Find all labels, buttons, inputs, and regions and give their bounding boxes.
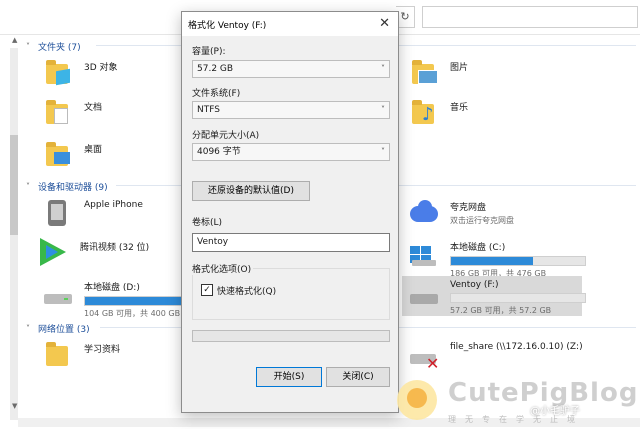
quark-label: 夸克网盘: [450, 203, 487, 213]
allocation-value: 4096 字节: [197, 147, 241, 157]
folder-music-label: 音乐: [450, 103, 469, 113]
section-network[interactable]: ˅ 网络位置 (3): [26, 322, 90, 335]
format-progress-bar: [192, 330, 390, 342]
folder-desktop-label: 桌面: [84, 145, 103, 155]
section-devices-label: 设备和驱动器 (9): [38, 183, 108, 193]
network-drive-z[interactable]: ✕ file_share (\\172.16.0.10) (Z:): [410, 340, 583, 373]
windows-drive-icon: [410, 238, 440, 268]
folder-pictures[interactable]: 图片: [410, 58, 468, 88]
folder-pictures-label: 图片: [450, 63, 469, 73]
volume-label-value: Ventoy: [197, 237, 229, 247]
section-network-label: 网络位置 (3): [38, 325, 90, 335]
allocation-select[interactable]: 4096 字节 ˅: [192, 143, 390, 161]
dialog-titlebar: 格式化 Ventoy (F:) ✕: [182, 12, 398, 36]
watermark-handle: @小毛驴子: [530, 406, 580, 417]
ventoy-label: Ventoy (F:): [450, 280, 499, 290]
folder-music[interactable]: ♪ 音乐: [410, 98, 468, 128]
cloud-icon: [410, 198, 440, 228]
restore-defaults-button[interactable]: 还原设备的默认值(D): [192, 181, 310, 201]
allocation-label: 分配单元大小(A): [192, 131, 260, 141]
close-button[interactable]: 关闭(C): [326, 367, 390, 387]
quick-format-label: 快速格式化(Q): [217, 287, 277, 297]
dialog-title: 格式化 Ventoy (F:): [188, 21, 267, 31]
network-share-label: file_share (\\172.16.0.10) (Z:): [450, 342, 583, 352]
drive-c-usage-bar: [450, 256, 586, 266]
filesystem-select[interactable]: NTFS ˅: [192, 101, 390, 119]
tencent-label: 腾讯视频 (32 位): [80, 243, 150, 253]
capacity-select[interactable]: 57.2 GB ˅: [192, 60, 390, 78]
format-options-label: 格式化选项(O): [192, 262, 254, 275]
filesystem-label: 文件系统(F): [192, 89, 241, 99]
filesystem-value: NTFS: [197, 105, 220, 115]
quark-sublabel: 双击运行夸克网盘: [450, 216, 514, 225]
close-icon[interactable]: ✕: [379, 16, 390, 31]
scrollbar-thumb[interactable]: [10, 135, 18, 235]
3d-objects-icon: [44, 58, 74, 88]
section-devices[interactable]: ˅ 设备和驱动器 (9): [26, 180, 108, 193]
chevron-down-icon: ˅: [381, 147, 385, 156]
format-dialog: 格式化 Ventoy (F:) ✕ 容量(P): 57.2 GB ˅ 文件系统(…: [181, 11, 399, 413]
study-label: 学习资料: [84, 345, 121, 355]
device-quark-drive[interactable]: 夸克网盘 双击运行夸克网盘: [410, 198, 514, 228]
chevron-down-icon: ˅: [26, 324, 30, 333]
iphone-label: Apple iPhone: [84, 200, 143, 210]
documents-icon: [44, 98, 74, 128]
tencent-video-icon: [40, 238, 70, 268]
drive-c-label: 本地磁盘 (C:): [450, 243, 506, 253]
ventoy-usage-bar: [450, 293, 586, 303]
quick-format-checkbox[interactable]: ✓: [201, 284, 213, 296]
ventoy-info: 57.2 GB 可用，共 57.2 GB: [450, 306, 552, 315]
network-folder-icon: [44, 340, 74, 370]
format-options-group: ✓ 快速格式化(Q): [192, 268, 390, 320]
drive-ventoy[interactable]: Ventoy (F:) 57.2 GB 可用，共 57.2 GB: [410, 278, 586, 316]
device-tencent-video[interactable]: 腾讯视频 (32 位): [40, 238, 149, 268]
disconnected-drive-icon: ✕: [410, 340, 440, 373]
capacity-label: 容量(P):: [192, 47, 226, 57]
chevron-down-icon: ˅: [381, 105, 385, 114]
folder-desktop[interactable]: 桌面: [44, 140, 102, 170]
volume-label-title: 卷标(L): [192, 218, 223, 228]
start-button[interactable]: 开始(S): [256, 367, 322, 387]
usb-drive-icon: [410, 278, 440, 308]
search-input[interactable]: [422, 6, 638, 28]
folder-documents[interactable]: 文档: [44, 98, 102, 128]
folder-3d-objects[interactable]: 3D 对象: [44, 58, 118, 88]
folder-documents-label: 文档: [84, 103, 103, 113]
iphone-icon: [44, 198, 74, 228]
music-icon: ♪: [410, 98, 440, 128]
chevron-down-icon: ˅: [381, 64, 385, 73]
pictures-icon: [410, 58, 440, 88]
drive-c[interactable]: 本地磁盘 (C:) 186 GB 可用，共 476 GB: [410, 238, 586, 279]
chevron-down-icon: ˅: [26, 182, 30, 191]
hard-drive-icon: [44, 278, 74, 308]
desktop-icon: [44, 140, 74, 170]
device-apple-iphone[interactable]: Apple iPhone: [44, 198, 143, 228]
capacity-value: 57.2 GB: [197, 64, 234, 74]
section-folders-label: 文件夹 (7): [38, 43, 81, 53]
folder-3d-label: 3D 对象: [84, 63, 118, 73]
chevron-down-icon: ˅: [26, 42, 30, 51]
watermark-logo-icon: [397, 380, 437, 420]
section-folders[interactable]: ˅ 文件夹 (7): [26, 40, 81, 53]
scroll-down-icon[interactable]: ▼: [12, 402, 17, 410]
folder-study-materials[interactable]: 学习资料: [44, 340, 120, 370]
scroll-up-icon[interactable]: ▲: [12, 36, 17, 44]
volume-label-input[interactable]: Ventoy: [192, 233, 390, 252]
